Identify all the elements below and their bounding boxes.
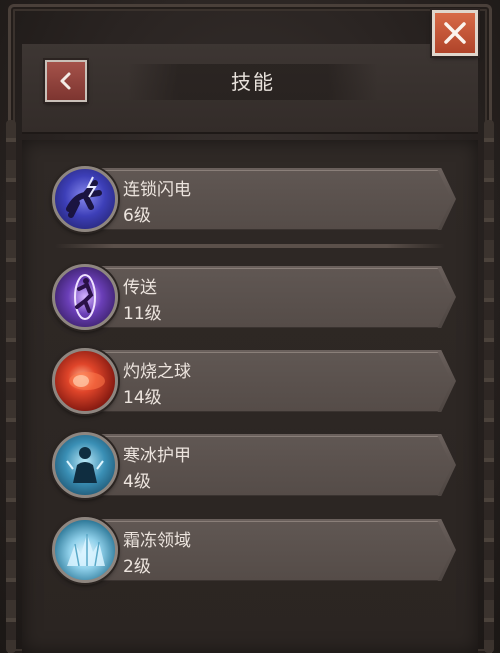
skill-row-frost-field[interactable]: 霜冻领域 2级 bbox=[52, 517, 457, 583]
frost-armor-icon bbox=[52, 432, 118, 498]
skill-level: 11级 bbox=[123, 304, 162, 324]
skill-level: 6级 bbox=[123, 206, 151, 226]
skill-level: 4级 bbox=[123, 472, 151, 492]
skill-name: 霜冻领域 bbox=[123, 531, 191, 551]
fireball-icon bbox=[52, 348, 118, 414]
back-button[interactable] bbox=[45, 60, 87, 102]
skill-name: 灼烧之球 bbox=[123, 362, 191, 382]
section-divider bbox=[55, 244, 445, 248]
skill-level: 14级 bbox=[123, 388, 162, 408]
close-button[interactable] bbox=[432, 10, 478, 56]
teleport-icon bbox=[52, 264, 118, 330]
skill-row-fireball[interactable]: 灼烧之球 14级 bbox=[52, 348, 457, 414]
chain-lightning-icon bbox=[52, 166, 118, 232]
page-title: 技能 bbox=[231, 70, 275, 94]
skill-name: 寒冰护甲 bbox=[123, 446, 191, 466]
frost-field-icon bbox=[52, 517, 118, 583]
skill-row-frost-armor[interactable]: 寒冰护甲 4级 bbox=[52, 432, 457, 498]
skill-level: 2级 bbox=[123, 557, 151, 577]
game-frame: 技能 连锁闪电 6级 传送 11级 灼烧之球 14级 寒冰护甲 4级 霜冻领域 … bbox=[0, 0, 500, 653]
right-vine-decoration bbox=[484, 120, 494, 653]
skill-row-teleport[interactable]: 传送 11级 bbox=[52, 264, 457, 330]
skill-name: 连锁闪电 bbox=[123, 180, 191, 200]
skill-row-chain-lightning[interactable]: 连锁闪电 6级 bbox=[52, 166, 457, 232]
close-icon bbox=[444, 22, 466, 44]
left-vine-decoration bbox=[6, 120, 16, 653]
skill-name: 传送 bbox=[123, 278, 157, 298]
chevron-left-icon bbox=[60, 72, 71, 90]
